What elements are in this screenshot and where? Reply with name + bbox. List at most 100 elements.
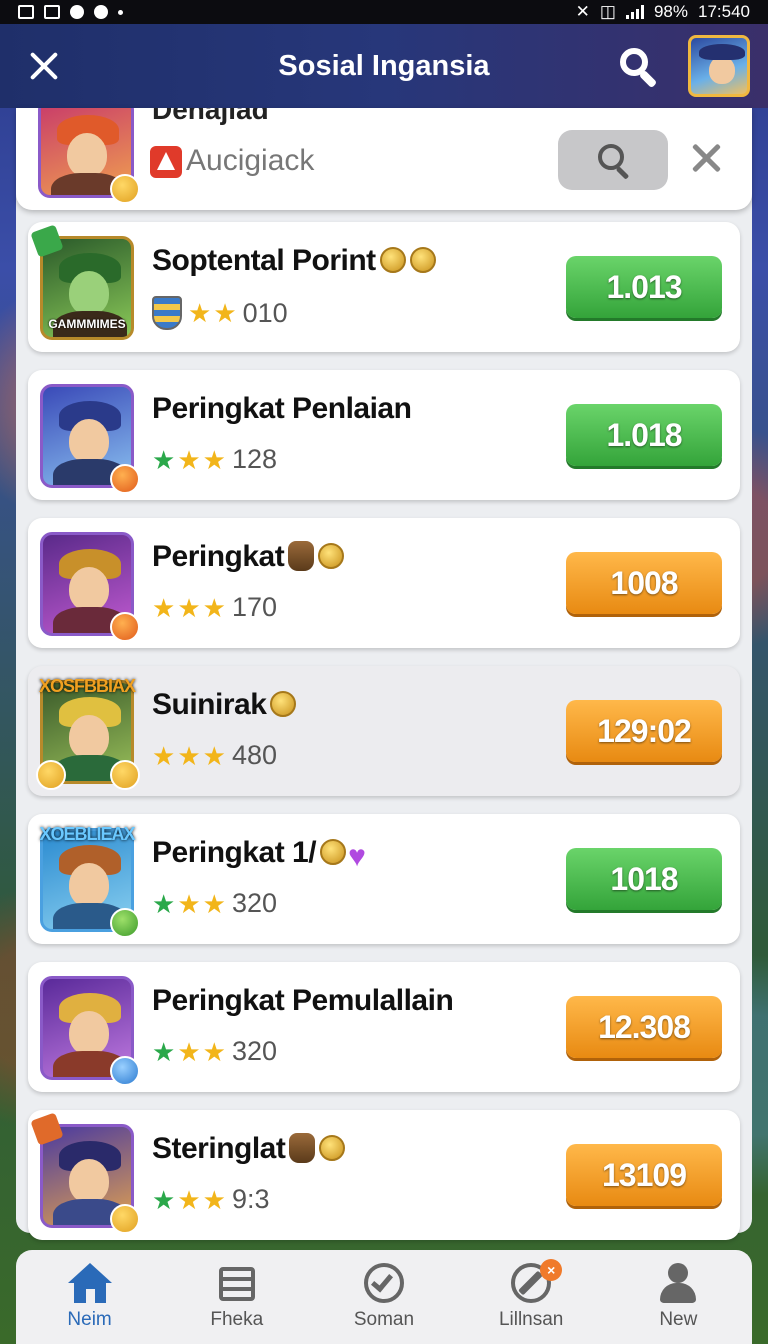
row-title: Peringkat 1/♥ [152,836,376,873]
list-item[interactable]: Peringkat Penlaian ★ ★ ★ 128 1.018 [28,370,740,500]
star-icon: ★ [152,888,176,919]
app-header: Sosial Ingansia [0,24,768,108]
nav-item-check[interactable]: Soman [319,1263,449,1331]
search-input[interactable]: Aucigiack [186,144,314,178]
home-icon [67,1263,112,1303]
coin-icon [409,247,436,273]
calendar-icon [215,1263,259,1303]
value-button[interactable]: 1018 [566,848,722,910]
star-icon: ★ [152,1036,176,1067]
partial-title: Denajiad [152,108,269,125]
row-title: Suinirak [152,688,297,722]
location-status-icon [70,5,84,19]
bag-icon [288,541,315,571]
star-icon: ★ [152,1184,176,1215]
star-badge-icon [110,174,140,204]
coin-icon [319,1135,346,1161]
row-title: Peringkat Penlaian [152,392,412,425]
search-card: Denajiad Aucigiack [16,108,752,210]
nav-item-calendar[interactable]: Fheka [172,1263,302,1331]
star-icon: ★ [177,888,201,919]
star-icon: ★ [202,1036,226,1067]
search-button[interactable] [558,130,668,190]
coin-icon [379,247,406,273]
search-card-avatar [38,108,140,204]
star-icon: ★ [177,1036,201,1067]
value-button[interactable]: 129:02 [566,700,722,762]
list-item[interactable]: Peringkat Pemulallain ★ ★ ★ 320 12.308 [28,962,740,1092]
sync-status-icon [94,5,108,19]
user-icon [656,1263,700,1303]
row-rating: ★ ★ ★ 480 [152,740,277,771]
row-rating: ★ ★ ★ 9:3 [152,1184,270,1215]
player-avatar [30,1112,140,1234]
player-avatar [40,384,140,494]
star-icon: ★ [213,298,237,328]
list-item[interactable]: Steringlat ★ ★ ★ 9:3 13109 [28,1110,740,1240]
app-logo-icon [150,146,182,178]
mute-status-icon: ✕ [575,2,590,21]
star-icon: ★ [202,888,226,919]
status-icons-left [18,5,123,19]
star-icon: ★ [152,740,176,771]
check-circle-icon [362,1263,406,1303]
player-avatar [40,976,140,1086]
notification-badge: × [540,1259,563,1281]
bottom-nav: Neim Fheka Soman × Lillnsan New [16,1250,752,1344]
row-title: Peringkat [152,540,345,574]
search-icon[interactable] [618,46,658,89]
globe-badge-icon [110,1056,140,1086]
signal-icon [625,5,644,19]
player-avatar: XOSFBBIAX [36,676,140,790]
list-item[interactable]: XOEBLIEAX Peringkat 1/♥ ★ ★ ★ 320 1018 [28,814,740,944]
player-avatar: GAMMMIMES [30,224,134,340]
star-badge-icon [110,464,140,494]
star-icon: ★ [202,444,226,475]
coin-icon [320,839,347,865]
coin-badge-icon [110,1204,140,1234]
clock: 17:540 [698,2,750,21]
nav-item-home[interactable]: Neim [25,1263,155,1331]
vibrate-status-icon: ◫ [599,2,616,21]
profile-avatar[interactable] [688,35,750,97]
row-title: Peringkat Pemulallain [152,984,454,1017]
star-badge-icon [110,612,140,642]
shield-icon [152,296,182,330]
more-status-icon [118,9,123,15]
coin-badge-icon [110,760,140,790]
value-button[interactable]: 1008 [566,552,722,614]
nav-item-profile[interactable]: New [613,1263,743,1331]
gallery-status-icon [18,5,34,19]
row-rating: ★ ★ ★ 320 [152,1036,277,1067]
player-avatar: XOEBLIEAX [39,824,140,938]
ranking-list: GAMMMIMES Soptental Porint ★ ★ 010 1.013 … [28,222,740,1258]
star-icon: ★ [188,298,212,328]
list-item[interactable]: XOSFBBIAX Suinirak ★ ★ ★ 480 129:02 [28,666,740,796]
value-button[interactable]: 1.018 [566,404,722,466]
row-rating: ★ ★ 010 [152,296,288,330]
row-rating: ★ ★ ★ 320 [152,888,277,919]
star-icon: ★ [152,444,176,475]
star-icon: ★ [202,1184,226,1215]
row-title: Steringlat [152,1132,346,1166]
status-bar: ✕ ◫ 98% 17:540 [0,0,768,24]
player-avatar [40,532,140,642]
coin-icon [270,691,297,717]
battery-text: 98% [653,2,688,21]
heart-icon: ♥ [348,840,366,873]
star-icon: ★ [202,740,226,771]
row-rating: ★ ★ ★ 128 [152,444,277,475]
star-icon: ★ [177,444,201,475]
nav-item-edit[interactable]: × Lillnsan [466,1259,596,1331]
image-status-icon [44,5,60,19]
bag-icon [289,1133,316,1163]
close-icon[interactable] [24,46,64,86]
value-button[interactable]: 1.013 [566,256,722,318]
clear-search-icon[interactable] [688,140,724,176]
star-icon: ★ [152,592,176,623]
value-button[interactable]: 12.308 [566,996,722,1058]
list-item[interactable]: GAMMMIMES Soptental Porint ★ ★ 010 1.013 [28,222,740,352]
value-button[interactable]: 13109 [566,1144,722,1206]
coin-icon [318,543,345,569]
list-item[interactable]: Peringkat ★ ★ ★ 170 1008 [28,518,740,648]
